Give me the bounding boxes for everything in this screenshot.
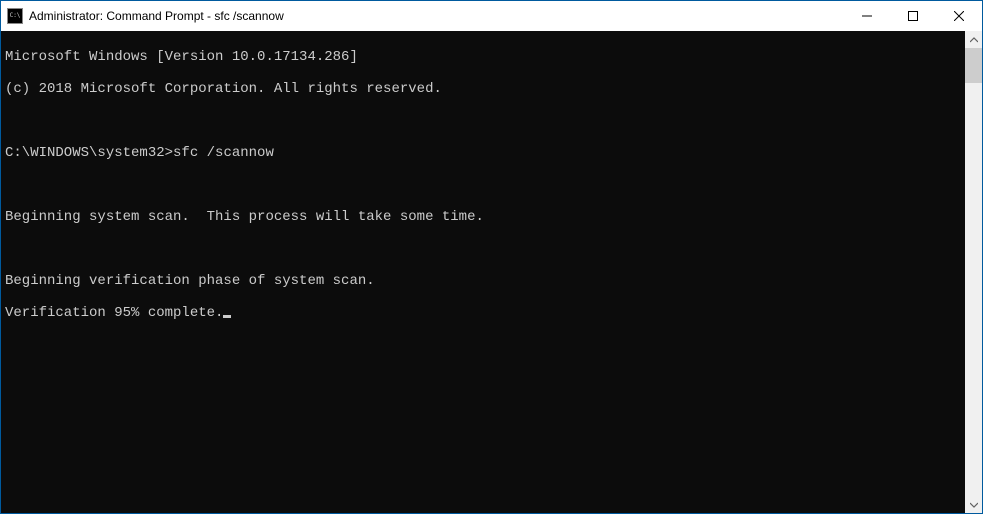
titlebar[interactable]: Administrator: Command Prompt - sfc /sca… [1,1,982,31]
verify-begin-line: Beginning verification phase of system s… [5,273,961,289]
titlebar-left: Administrator: Command Prompt - sfc /sca… [7,8,284,24]
console-output[interactable]: Microsoft Windows [Version 10.0.17134.28… [1,31,965,513]
prompt-line: C:\WINDOWS\system32>sfc /scannow [5,145,961,161]
scroll-down-button[interactable] [965,496,982,513]
close-icon [954,11,964,21]
version-line: Microsoft Windows [Version 10.0.17134.28… [5,49,961,65]
chevron-up-icon [970,36,978,44]
window-title: Administrator: Command Prompt - sfc /sca… [29,9,284,23]
verify-progress-text: Verification 95% complete. [5,305,223,321]
scan-begin-line: Beginning system scan. This process will… [5,209,961,225]
vertical-scrollbar[interactable] [965,31,982,513]
scroll-track[interactable] [965,48,982,496]
blank-line [5,177,961,193]
blank-line [5,241,961,257]
command-prompt-window: Administrator: Command Prompt - sfc /sca… [0,0,983,514]
minimize-button[interactable] [844,1,890,31]
entered-command: sfc /scannow [173,145,274,161]
maximize-button[interactable] [890,1,936,31]
verify-progress-line: Verification 95% complete. [5,305,961,321]
close-button[interactable] [936,1,982,31]
scroll-up-button[interactable] [965,31,982,48]
cmd-icon [7,8,23,24]
minimize-icon [862,11,872,21]
chevron-down-icon [970,501,978,509]
blank-line [5,113,961,129]
copyright-line: (c) 2018 Microsoft Corporation. All righ… [5,81,961,97]
scroll-thumb[interactable] [965,48,982,83]
window-controls [844,1,982,31]
console-area: Microsoft Windows [Version 10.0.17134.28… [1,31,982,513]
text-cursor [223,315,231,318]
prompt-path: C:\WINDOWS\system32> [5,145,173,161]
maximize-icon [908,11,918,21]
